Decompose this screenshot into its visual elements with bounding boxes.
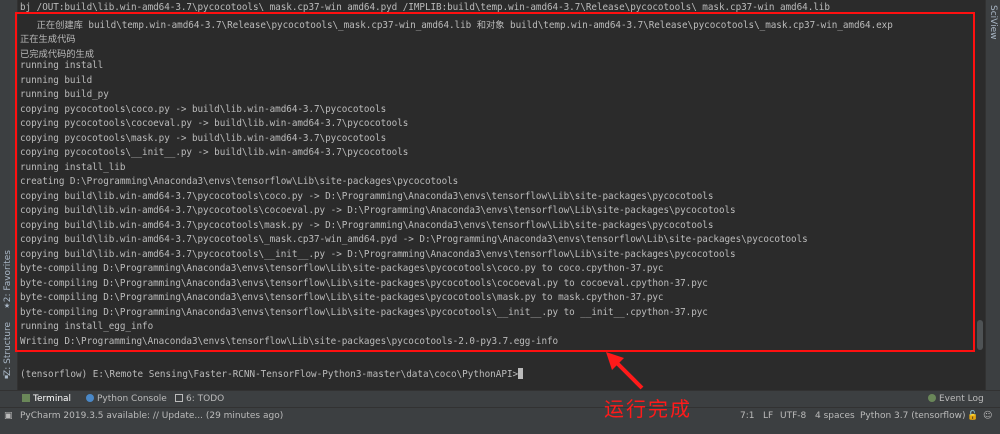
structure-tab[interactable]: Z: Structure: [3, 322, 13, 376]
structure-icon: ▪: [4, 372, 9, 381]
star-icon: ★: [4, 300, 11, 311]
terminal-prompt[interactable]: (tensorflow) E:\Remote Sensing\Faster-RC…: [20, 368, 524, 380]
tab-terminal-label: Terminal: [33, 394, 72, 404]
inspector-icon[interactable]: ☺: [983, 411, 992, 421]
sciview-tab[interactable]: SciView: [988, 5, 998, 40]
text-cursor: [518, 368, 524, 379]
tab-event-log-label: Event Log: [939, 394, 984, 404]
status-bar: ▣ PyCharm 2019.3.5 available: // Update.…: [0, 407, 1000, 434]
interpreter-selector[interactable]: Python 3.7 (tensorflow): [860, 411, 965, 421]
tab-python-console-label: Python Console: [97, 394, 167, 404]
tool-window-bar: Terminal Python Console 6: TODO Event Lo…: [0, 390, 1000, 408]
tab-terminal[interactable]: Terminal: [22, 394, 71, 404]
lock-icon[interactable]: 🔓: [967, 411, 978, 421]
terminal-icon: [22, 394, 30, 402]
favorites-tab[interactable]: 2: Favorites: [3, 250, 13, 302]
indent-setting[interactable]: 4 spaces: [815, 411, 855, 421]
status-icon[interactable]: ▣: [4, 411, 13, 421]
caret-position[interactable]: 7:1: [740, 411, 754, 421]
annotation-label: 运行完成: [604, 397, 692, 421]
tab-todo-label: 6: TODO: [186, 394, 225, 404]
todo-icon: [175, 394, 183, 402]
python-icon: [86, 394, 94, 402]
tab-event-log[interactable]: Event Log: [928, 394, 984, 404]
line-separator[interactable]: LF: [763, 411, 773, 421]
highlight-box: [15, 12, 975, 352]
right-tool-bar: SciView: [985, 0, 1000, 390]
event-log-icon: [928, 394, 936, 402]
prompt-text: (tensorflow) E:\Remote Sensing\Faster-RC…: [20, 369, 519, 380]
file-encoding[interactable]: UTF-8: [780, 411, 806, 421]
scrollbar-thumb[interactable]: [977, 320, 983, 350]
tab-python-console[interactable]: Python Console: [86, 394, 167, 404]
status-message[interactable]: PyCharm 2019.3.5 available: // Update...…: [20, 411, 283, 421]
tab-todo[interactable]: 6: TODO: [175, 394, 224, 404]
annotation-arrow: [606, 352, 644, 390]
